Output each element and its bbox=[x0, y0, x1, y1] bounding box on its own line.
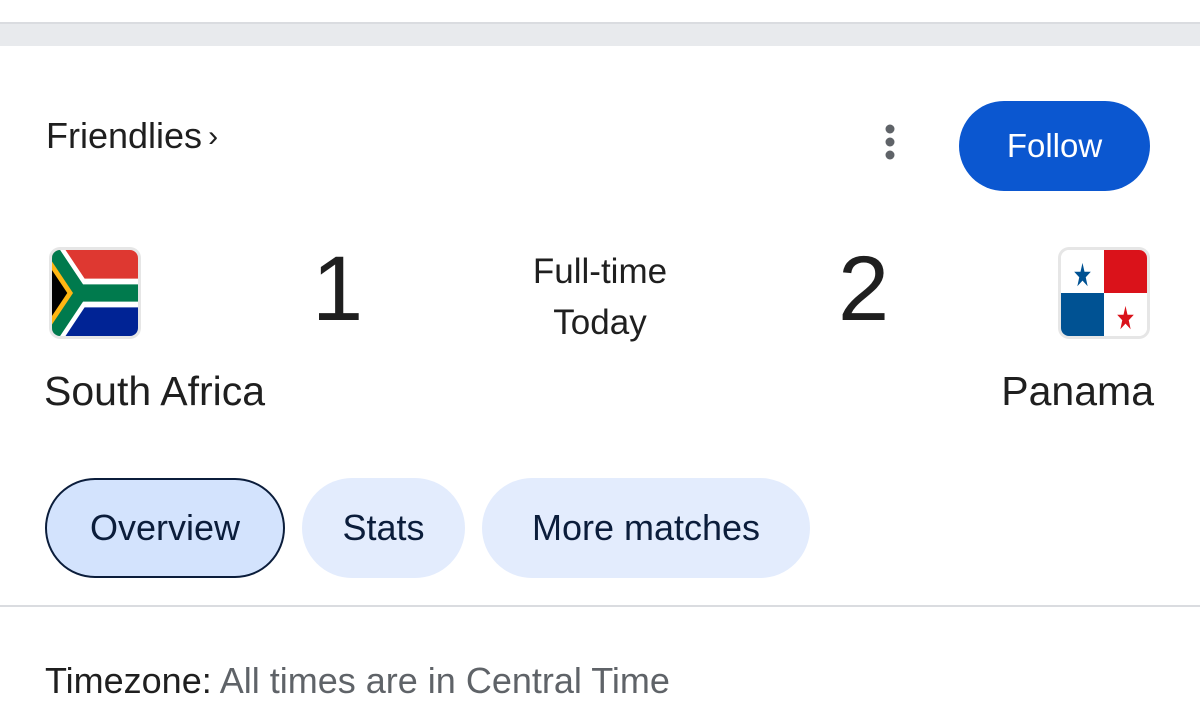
tab-more-matches[interactable]: More matches bbox=[482, 478, 810, 578]
match-tabs: Overview Stats More matches bbox=[45, 478, 810, 578]
match-card-page: Friendlies › Follow 1 South Africa Full-… bbox=[0, 0, 1200, 725]
more-vert-icon bbox=[885, 124, 895, 160]
section-divider bbox=[0, 605, 1200, 607]
league-label: Friendlies bbox=[46, 115, 203, 156]
match-status: Full-time Today bbox=[450, 246, 750, 348]
south-africa-flag-icon[interactable] bbox=[52, 250, 138, 336]
match-date: Today bbox=[553, 303, 647, 342]
tab-overview[interactable]: Overview bbox=[45, 478, 285, 578]
follow-button[interactable]: Follow bbox=[959, 101, 1150, 191]
chevron-right-icon: › bbox=[208, 120, 219, 153]
top-divider-band bbox=[0, 22, 1200, 46]
away-score: 2 bbox=[838, 238, 890, 340]
timezone-label: Timezone: bbox=[45, 660, 212, 701]
timezone-value: All times are in Central Time bbox=[219, 660, 670, 701]
panama-flag-icon[interactable] bbox=[1061, 250, 1147, 336]
home-score: 1 bbox=[312, 238, 364, 340]
match-status-label: Full-time bbox=[532, 252, 668, 291]
away-team-name[interactable]: Panama bbox=[1001, 368, 1154, 415]
league-link[interactable]: Friendlies › bbox=[46, 112, 218, 160]
tab-stats[interactable]: Stats bbox=[302, 478, 465, 578]
timezone-info: Timezone: All times are in Central Time bbox=[45, 660, 670, 702]
home-team-name[interactable]: South Africa bbox=[44, 368, 265, 415]
more-options-button[interactable] bbox=[866, 118, 914, 166]
